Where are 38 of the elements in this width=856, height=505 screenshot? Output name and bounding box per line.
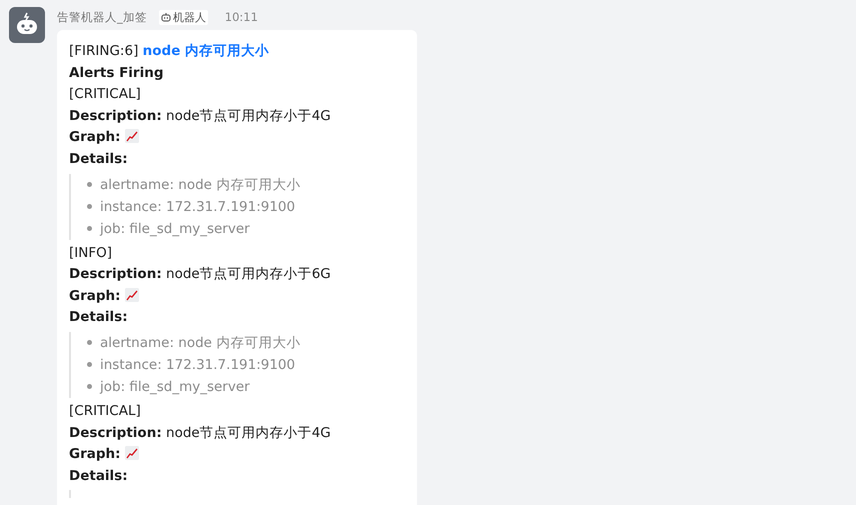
graph-label: Graph: <box>69 446 121 462</box>
bullet-icon <box>87 340 92 346</box>
graph-label: Graph: <box>69 129 121 146</box>
severity-label: [INFO] <box>69 244 112 261</box>
chart-icon <box>124 129 139 144</box>
alert-status: [FIRING:6] <box>69 43 138 59</box>
detail-item: job: file_sd_my_server <box>100 220 250 239</box>
graph-label: Graph: <box>69 288 121 304</box>
chart-icon <box>124 446 139 460</box>
description-label: Description: <box>69 108 162 124</box>
description-text: node节点可用内存小于4G <box>166 108 331 124</box>
bullet-icon <box>87 384 92 390</box>
description-label: Description: <box>69 266 162 282</box>
detail-item: alertname: node 内存可用大小 <box>100 334 300 353</box>
detail-item: instance: 172.31.7.191:9100 <box>100 198 296 217</box>
message-time: 10:11 <box>224 10 258 24</box>
bullet-icon <box>87 362 92 368</box>
robot-icon <box>160 12 171 22</box>
details-label: Details: <box>69 468 128 484</box>
description-text: node节点可用内存小于6G <box>166 266 331 282</box>
details-label: Details: <box>69 309 128 326</box>
bullet-icon <box>87 182 92 188</box>
bot-badge: 机器人 <box>158 10 208 24</box>
robot-avatar-icon <box>9 7 45 43</box>
description-text: node节点可用内存小于4G <box>166 424 331 441</box>
alert-title: node 内存可用大小 <box>142 43 270 59</box>
alerts-heading: Alerts Firing <box>69 64 164 81</box>
chart-icon <box>124 288 139 302</box>
details-label: Details: <box>69 150 128 167</box>
sender-name: 告警机器人_加签 <box>57 10 147 24</box>
bullet-icon <box>87 204 92 210</box>
description-label: Description: <box>69 424 162 441</box>
bullet-icon <box>87 226 92 232</box>
detail-item: instance: 172.31.7.191:9100 <box>100 356 296 375</box>
severity-label: [CRITICAL] <box>69 86 141 102</box>
detail-item: job: file_sd_my_server <box>100 378 250 397</box>
severity-label: [CRITICAL] <box>69 402 141 419</box>
detail-item: alertname: node 内存可用大小 <box>100 176 300 195</box>
